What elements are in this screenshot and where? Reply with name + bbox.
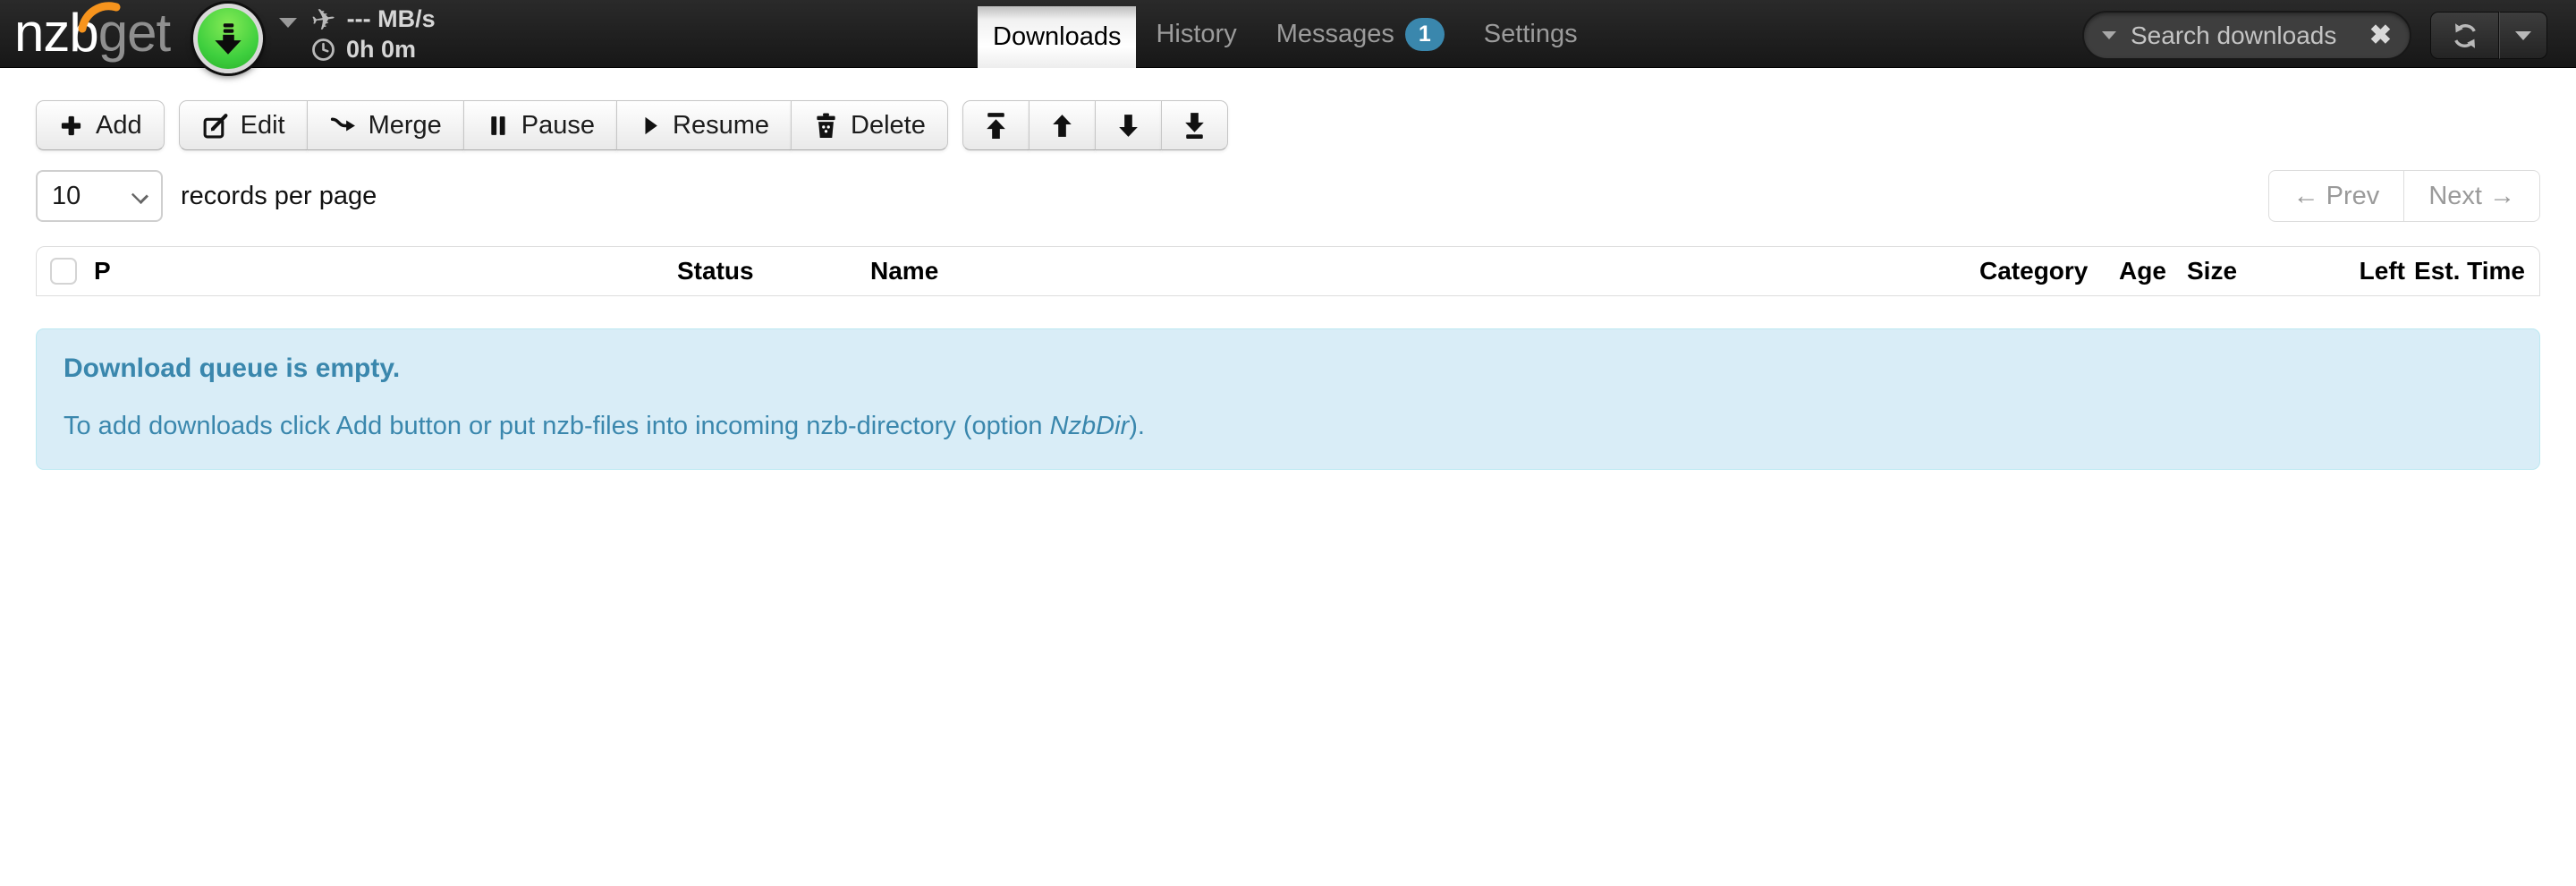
downloads-page: Add Edit Merge: [0, 68, 2576, 470]
move-to-bottom-button[interactable]: [1161, 100, 1228, 150]
tab-messages-label: Messages: [1276, 20, 1394, 49]
column-priority: P: [87, 257, 670, 285]
edit-icon: [201, 112, 229, 140]
trash-icon: [813, 112, 839, 140]
column-left: Left: [2350, 257, 2405, 285]
logo-signal-arc-icon: [77, 0, 123, 34]
arrow-up-icon: [1048, 111, 1076, 141]
arrow-to-top-icon: [982, 111, 1010, 141]
move-to-top-button[interactable]: [962, 100, 1030, 150]
column-status: Status: [670, 257, 863, 285]
merge-icon: [329, 112, 357, 140]
records-per-page-value: 10: [52, 182, 80, 211]
alert-body-prefix: To add downloads click Add button or put…: [64, 412, 1050, 440]
downloads-table: P Status Name Category Age Size Left Est…: [36, 246, 2540, 296]
add-button[interactable]: Add: [36, 100, 165, 150]
alert-body-suffix: ).: [1129, 412, 1145, 440]
delete-button[interactable]: Delete: [791, 100, 948, 150]
empty-queue-alert-body: To add downloads click Add button or put…: [64, 412, 2512, 441]
alert-option-name: NzbDir: [1050, 412, 1130, 440]
pause-button[interactable]: Pause: [463, 100, 617, 150]
play-icon: [639, 113, 661, 139]
add-button-label: Add: [96, 111, 142, 141]
next-page-button[interactable]: Next →: [2403, 170, 2540, 222]
main-nav-tabs: Downloads History Messages 1 Settings: [978, 0, 1597, 68]
logo-dropdown-caret-icon[interactable]: [279, 18, 297, 28]
search-input[interactable]: [2131, 21, 2369, 50]
merge-button-label: Merge: [369, 111, 442, 141]
download-arrow-icon: [208, 18, 249, 59]
column-name: Name: [863, 257, 1972, 285]
tab-downloads-label: Downloads: [993, 22, 1121, 52]
tab-history[interactable]: History: [1136, 0, 1256, 68]
speed-value: --- MB/s: [347, 5, 436, 33]
column-age: Age: [2112, 257, 2180, 285]
column-size: Size: [2180, 257, 2350, 285]
edit-button[interactable]: Edit: [179, 100, 308, 150]
arrow-to-bottom-icon: [1181, 111, 1208, 141]
tab-downloads[interactable]: Downloads: [978, 6, 1136, 68]
refresh-button[interactable]: [2430, 12, 2499, 59]
chevron-down-icon: [2515, 31, 2531, 40]
pagination: ← Prev Next →: [2268, 170, 2540, 222]
pause-resume-download-button[interactable]: [193, 4, 263, 73]
refresh-interval-dropdown-button[interactable]: [2499, 12, 2547, 59]
search-options-caret-icon[interactable]: [2102, 31, 2116, 39]
select-all-cell: [37, 258, 87, 285]
merge-button[interactable]: Merge: [307, 100, 464, 150]
pause-icon: [486, 113, 510, 139]
tab-settings[interactable]: Settings: [1464, 0, 1597, 68]
tab-history-label: History: [1156, 20, 1236, 49]
column-category: Category: [1972, 257, 2112, 285]
prev-page-button[interactable]: ← Prev: [2268, 170, 2405, 222]
clock-icon: [311, 38, 335, 62]
refresh-button-group: [2430, 12, 2547, 59]
queue-actions-group: Edit Merge Pause Resume: [179, 100, 948, 150]
refresh-icon: [2451, 21, 2479, 50]
column-est-time: Est. Time: [2405, 257, 2539, 285]
time-left-status[interactable]: 0h 0m: [311, 36, 436, 64]
time-left-value: 0h 0m: [346, 36, 416, 64]
speed-plane-icon: ✈: [309, 0, 338, 38]
prev-page-label: ← Prev: [2293, 182, 2380, 211]
search-clear-icon[interactable]: ✖: [2369, 22, 2392, 49]
status-block: ✈ --- MB/s 0h 0m: [311, 5, 436, 64]
edit-button-label: Edit: [241, 111, 285, 141]
queue-toolbar: Add Edit Merge: [36, 100, 2540, 150]
messages-count-badge: 1: [1405, 18, 1445, 51]
search-box: ✖: [2082, 11, 2411, 60]
delete-button-label: Delete: [851, 111, 926, 141]
resume-button[interactable]: Resume: [616, 100, 792, 150]
empty-queue-alert-title: Download queue is empty.: [64, 354, 2512, 384]
pause-button-label: Pause: [521, 111, 595, 141]
tab-messages[interactable]: Messages 1: [1257, 0, 1464, 68]
next-page-label: Next →: [2428, 182, 2515, 211]
move-up-button[interactable]: [1029, 100, 1096, 150]
queue-move-group: [962, 100, 1228, 150]
list-controls: 10 records per page ← Prev Next →: [36, 170, 2540, 222]
select-all-checkbox[interactable]: [50, 258, 77, 285]
move-down-button[interactable]: [1095, 100, 1162, 150]
arrow-down-icon: [1114, 111, 1142, 141]
download-speed-status[interactable]: ✈ --- MB/s: [311, 5, 436, 33]
records-per-page-label: records per page: [181, 182, 377, 211]
plus-icon: [58, 113, 84, 139]
resume-button-label: Resume: [673, 111, 769, 141]
downloads-table-header: P Status Name Category Age Size Left Est…: [37, 247, 2539, 295]
tab-settings-label: Settings: [1484, 20, 1578, 49]
empty-queue-alert: Download queue is empty. To add download…: [36, 328, 2540, 470]
select-chevron-icon: [131, 187, 148, 204]
top-navbar: nzbget ✈ --- MB/s 0h 0m Downloads: [0, 0, 2576, 68]
records-per-page-select[interactable]: 10: [36, 170, 163, 222]
